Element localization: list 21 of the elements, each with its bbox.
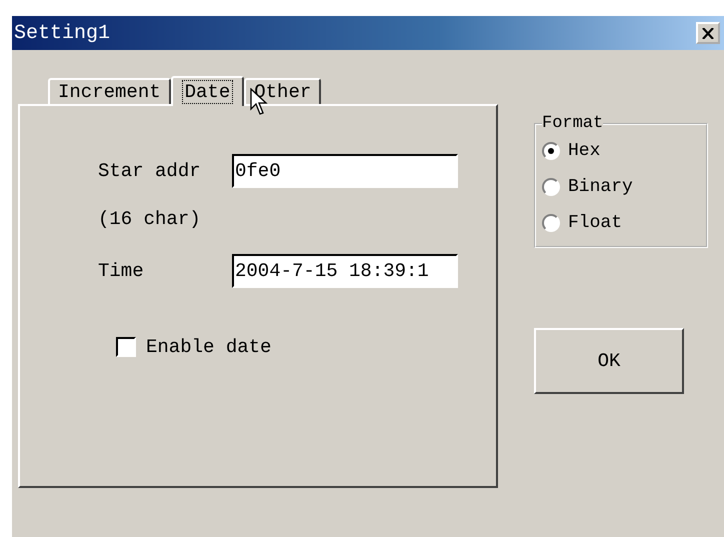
radio-label: Float — [568, 213, 622, 233]
window-title: Setting1 — [14, 22, 110, 44]
radio-label: Hex — [568, 141, 600, 161]
input-field[interactable]: 2004-7-15 18:39:1 — [232, 254, 458, 288]
radio-button[interactable] — [542, 178, 560, 196]
close-icon — [702, 28, 714, 38]
close-button[interactable] — [696, 22, 720, 44]
field-label: Time — [98, 260, 145, 282]
checkbox-label: Enable date — [146, 336, 272, 358]
field-label: Star addr — [98, 160, 202, 182]
tab[interactable]: Date — [170, 76, 244, 106]
radio-button[interactable] — [542, 214, 560, 232]
tab[interactable]: Increment — [48, 78, 171, 104]
radio-button[interactable] — [542, 142, 560, 160]
ok-button[interactable]: OK — [534, 328, 684, 394]
hint-text: (16 char) — [98, 208, 202, 230]
input-field[interactable]: 0fe0 — [232, 154, 458, 188]
group-title: Format — [542, 114, 604, 133]
checkbox[interactable] — [116, 337, 136, 357]
radio-label: Binary — [568, 177, 633, 197]
tab[interactable]: Other — [244, 78, 322, 104]
